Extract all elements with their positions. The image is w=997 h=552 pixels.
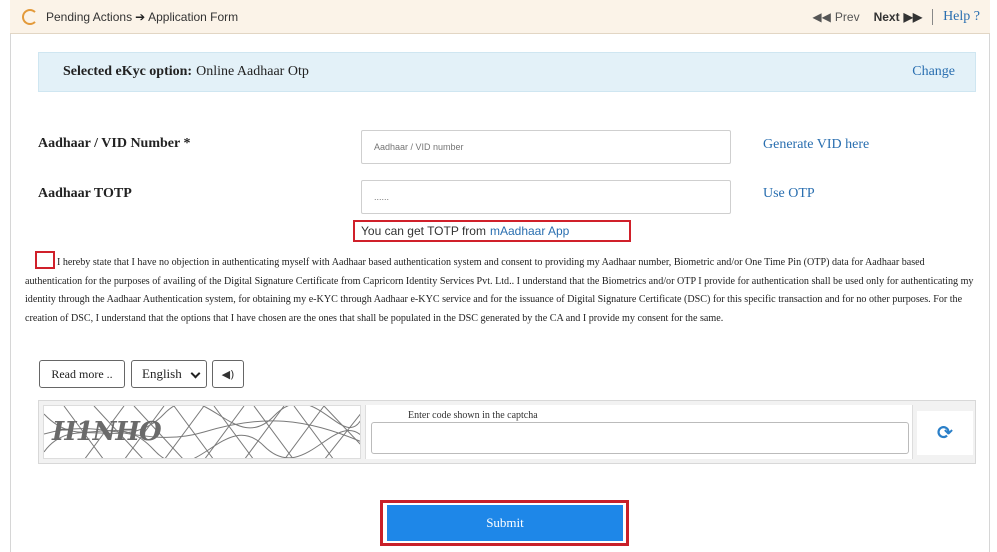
top-bar: Pending Actions ➔ Application Form ◀◀ Pr… [10,0,990,34]
captcha-input[interactable] [371,422,909,454]
speaker-icon: ◀) [221,367,235,381]
logo-icon [22,8,38,25]
captcha-code: H1NHO [52,417,162,447]
read-more-button[interactable]: Read more .. [39,360,125,388]
language-select-value: English [142,366,182,381]
totp-label: Aadhaar TOTP [38,186,132,201]
help-link[interactable]: Help ? [943,9,980,25]
refresh-captcha-button[interactable]: ⟳ [917,411,973,455]
totp-input[interactable] [361,180,731,214]
prev-button[interactable]: ◀◀ Prev [812,10,859,24]
totp-hint: You can get TOTP from mAadhaar App [353,220,631,242]
double-chevron-right-icon: ▶▶ [903,10,923,24]
captcha-label: Enter code shown in the captcha [408,410,538,421]
nav-divider [932,9,934,25]
prev-label: Prev [834,10,860,24]
ekyc-label: Selected eKyc option: [63,64,193,79]
generate-vid-link[interactable]: Generate VID here [763,137,869,153]
chevron-down-icon [190,368,201,379]
audio-button[interactable]: ◀) [212,360,244,388]
captcha-image: H1NHO [43,405,361,459]
next-label: Next [873,10,900,24]
consent-checkbox[interactable] [35,251,55,269]
arrow-right-icon: ➔ [135,9,146,24]
breadcrumb: Pending Actions ➔ Application Form [46,10,238,24]
ekyc-banner: Selected eKyc option: Online Aadhaar Otp… [38,52,976,92]
captcha-panel: H1NHO Enter code shown in the captcha ⟳ [38,400,976,464]
ekyc-value: Online Aadhaar Otp [196,64,309,79]
next-button[interactable]: Next ▶▶ [874,10,922,24]
breadcrumb-application-form: Application Form [148,9,239,24]
breadcrumb-pending-actions[interactable]: Pending Actions [46,10,132,24]
change-link[interactable]: Change [912,64,955,80]
use-otp-link[interactable]: Use OTP [763,186,815,202]
aadhaar-input[interactable] [361,130,731,164]
page-nav: ◀◀ Prev Next ▶▶ Help ? [812,0,980,34]
refresh-icon: ⟳ [937,422,953,444]
consent-text: I hereby state that I have no objection … [25,257,974,324]
aadhaar-label: Aadhaar / VID Number * [38,136,191,151]
maadhaar-app-link[interactable]: mAadhaar App [490,224,569,238]
language-select[interactable]: English [131,360,207,388]
double-chevron-left-icon: ◀◀ [812,10,831,24]
totp-hint-text: You can get TOTP from [361,224,486,238]
submit-button[interactable]: Submit [387,505,623,541]
